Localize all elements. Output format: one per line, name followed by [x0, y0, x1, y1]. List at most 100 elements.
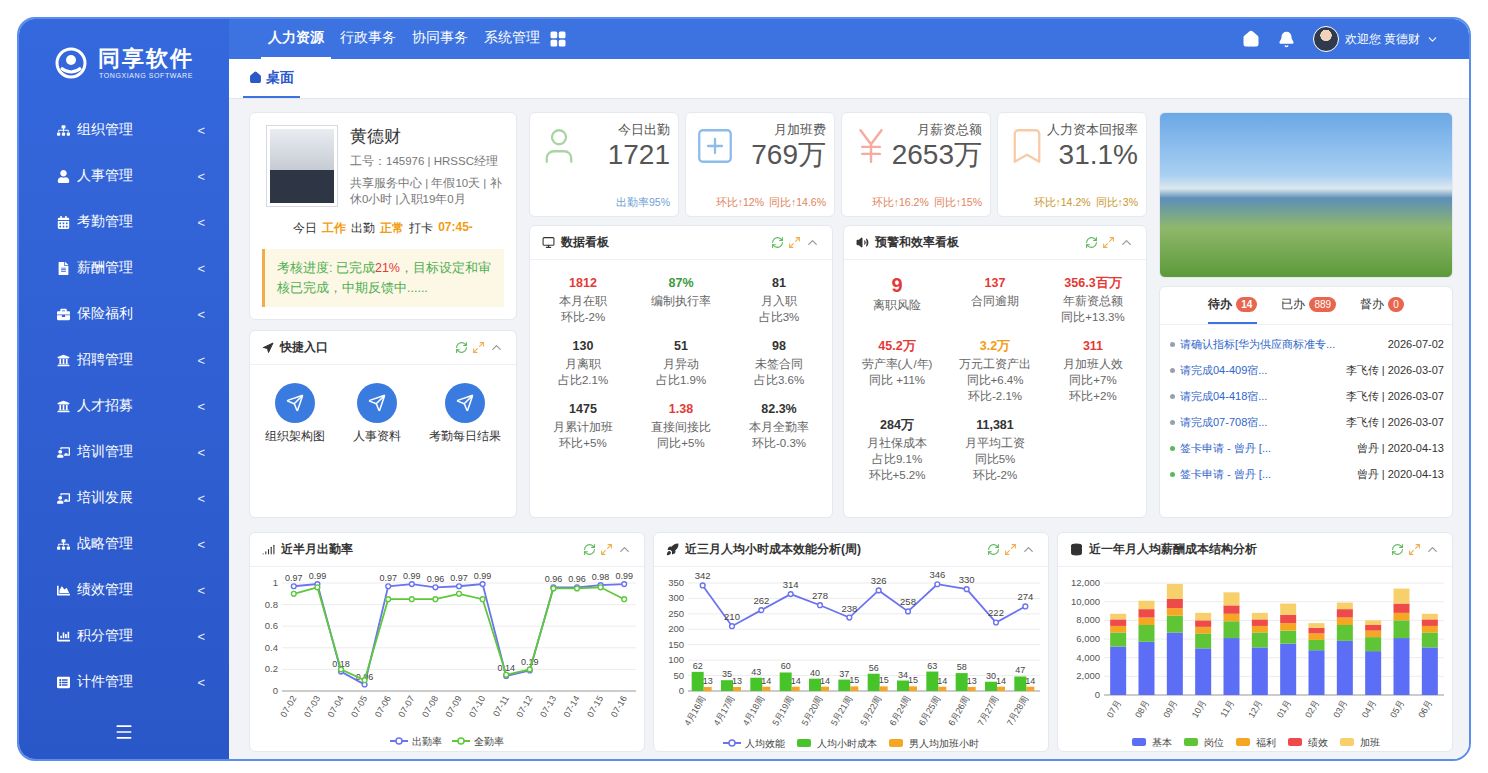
bar[interactable]: 14 [937, 676, 947, 691]
line-point[interactable]: 326 [871, 575, 887, 592]
line-point[interactable]: 262 [753, 595, 769, 612]
sidebar-item[interactable]: 积分管理< [19, 613, 229, 659]
top-nav-item[interactable]: 协同事务 [405, 19, 475, 59]
sidebar-item[interactable]: 培训发展< [19, 475, 229, 521]
todo-row[interactable]: 请确认指标[华为供应商标准专...2026-07-02 [1170, 331, 1444, 357]
refresh-icon[interactable] [987, 543, 1000, 556]
data-point[interactable] [598, 585, 603, 590]
data-point[interactable] [409, 582, 414, 587]
stacked-bar[interactable] [1224, 592, 1240, 695]
board-cell[interactable]: 284万月社保成本占比9.1%环比+5.2% [848, 416, 946, 483]
expand-icon[interactable] [472, 341, 485, 354]
refresh-icon[interactable] [771, 236, 784, 249]
todo-tab[interactable]: 已办889 [1281, 287, 1336, 324]
stacked-bar[interactable] [1252, 613, 1268, 695]
collapse-icon[interactable] [805, 235, 820, 250]
bar[interactable]: 13 [967, 676, 977, 691]
todo-row[interactable]: 签卡申请 - 曾丹 [...曾丹 | 2020-04-13 [1170, 435, 1444, 461]
line-point[interactable]: 278 [812, 590, 828, 607]
kpi-card[interactable]: 人力资本回报率31.1%环比↑14.2%同比↑3% [997, 112, 1147, 217]
line-point[interactable]: 342 [695, 570, 711, 587]
board-cell[interactable]: 98未签合同占比3.6% [730, 337, 828, 388]
legend-item[interactable]: 出勤率 [390, 736, 442, 747]
legend-item[interactable]: 基本 [1132, 737, 1172, 748]
board-cell[interactable]: 45.2万劳产率(人/年)同比 +11% [848, 337, 946, 404]
collapse-icon[interactable] [617, 542, 632, 557]
todo-row[interactable]: 请完成04-409宿...李飞传 | 2026-03-07 [1170, 357, 1444, 383]
home-icon[interactable] [1242, 30, 1260, 48]
todo-tab[interactable]: 待办14 [1208, 287, 1257, 324]
top-nav-item[interactable]: 人力资源 [261, 19, 331, 59]
line-point[interactable]: 238 [841, 603, 857, 620]
board-cell[interactable]: 81月入职占比3% [730, 274, 828, 325]
bell-icon[interactable] [1278, 31, 1295, 48]
collapse-menu-icon[interactable] [114, 722, 134, 742]
sidebar-item[interactable]: 培训管理< [19, 429, 229, 475]
line-point[interactable]: 258 [900, 596, 916, 613]
stacked-bar[interactable] [1110, 614, 1126, 695]
data-point[interactable] [433, 585, 438, 590]
todo-row[interactable]: 请完成04-418宿...李飞传 | 2026-03-07 [1170, 383, 1444, 409]
board-cell[interactable]: 356.3百万年薪资总额同比+13.3% [1044, 274, 1142, 325]
sidebar-item[interactable]: 计件管理< [19, 659, 229, 705]
bar[interactable]: 13 [732, 676, 742, 691]
refresh-icon[interactable] [1391, 543, 1404, 556]
bar[interactable]: 14 [791, 676, 801, 691]
refresh-icon[interactable] [583, 543, 596, 556]
data-point[interactable] [504, 672, 509, 677]
data-point[interactable] [339, 667, 344, 672]
board-cell[interactable]: 130月离职占比2.1% [534, 337, 632, 388]
data-point[interactable] [315, 585, 320, 590]
data-point[interactable] [622, 582, 627, 587]
sidebar-item[interactable]: 人事管理< [19, 153, 229, 199]
todo-row[interactable]: 签卡申请 - 曾丹 [...曾丹 | 2020-04-13 [1170, 461, 1444, 487]
collapse-icon[interactable] [1119, 235, 1134, 250]
bar[interactable]: 13 [703, 676, 713, 691]
line-point[interactable]: 274 [1017, 591, 1033, 608]
top-nav-item[interactable]: 系统管理 [477, 19, 547, 59]
expand-icon[interactable] [600, 543, 613, 556]
legend-item[interactable]: 加班 [1340, 737, 1380, 748]
expand-icon[interactable] [788, 236, 801, 249]
data-point[interactable] [622, 597, 627, 602]
collapse-icon[interactable] [1425, 542, 1440, 557]
bar[interactable]: 15 [908, 675, 918, 691]
expand-icon[interactable] [1408, 543, 1421, 556]
bar[interactable]: 14 [761, 676, 771, 691]
stacked-bar[interactable] [1139, 601, 1155, 695]
legend-item[interactable]: 福利 [1236, 737, 1276, 748]
data-point[interactable] [433, 597, 438, 602]
board-cell[interactable]: 137合同逾期 [946, 274, 1044, 325]
data-point[interactable] [291, 584, 296, 589]
bar[interactable]: 14 [996, 676, 1006, 691]
data-point[interactable] [575, 586, 580, 591]
board-cell[interactable]: 9离职风险 [848, 274, 946, 325]
board-cell[interactable]: 1475月累计加班环比+5% [534, 400, 632, 451]
board-cell[interactable]: 11,381月平均工资同比5%环比-2% [946, 416, 1044, 483]
board-cell[interactable]: 1.38直接间接比同比+5% [632, 400, 730, 451]
sidebar-item[interactable]: 战略管理< [19, 521, 229, 567]
user-menu[interactable]: 欢迎您 黄德财 [1313, 26, 1439, 52]
todo-tab[interactable]: 督办0 [1360, 287, 1404, 324]
expand-icon[interactable] [1004, 543, 1017, 556]
data-point[interactable] [362, 678, 367, 683]
data-point[interactable] [291, 591, 296, 596]
board-cell[interactable]: 87%编制执行率 [632, 274, 730, 325]
quick-entry-item[interactable]: 组织架构图 [265, 383, 325, 444]
legend-item[interactable]: 人均效能 [723, 738, 785, 749]
data-point[interactable] [457, 584, 462, 589]
stacked-bar[interactable] [1394, 589, 1410, 695]
line-point[interactable]: 346 [929, 569, 945, 586]
stacked-bar[interactable] [1365, 620, 1381, 695]
data-point[interactable] [386, 584, 391, 589]
collapse-icon[interactable] [489, 340, 504, 355]
refresh-icon[interactable] [455, 341, 468, 354]
data-point[interactable] [480, 597, 485, 602]
collapse-icon[interactable] [1021, 542, 1036, 557]
line-point[interactable]: 314 [783, 579, 799, 596]
data-point[interactable] [409, 597, 414, 602]
quick-entry-item[interactable]: 人事资料 [353, 383, 401, 444]
legend-item[interactable]: 岗位 [1184, 737, 1224, 748]
board-cell[interactable]: 82.3%本月全勤率环比-0.3% [730, 400, 828, 451]
sidebar-item[interactable]: 组织管理< [19, 107, 229, 153]
